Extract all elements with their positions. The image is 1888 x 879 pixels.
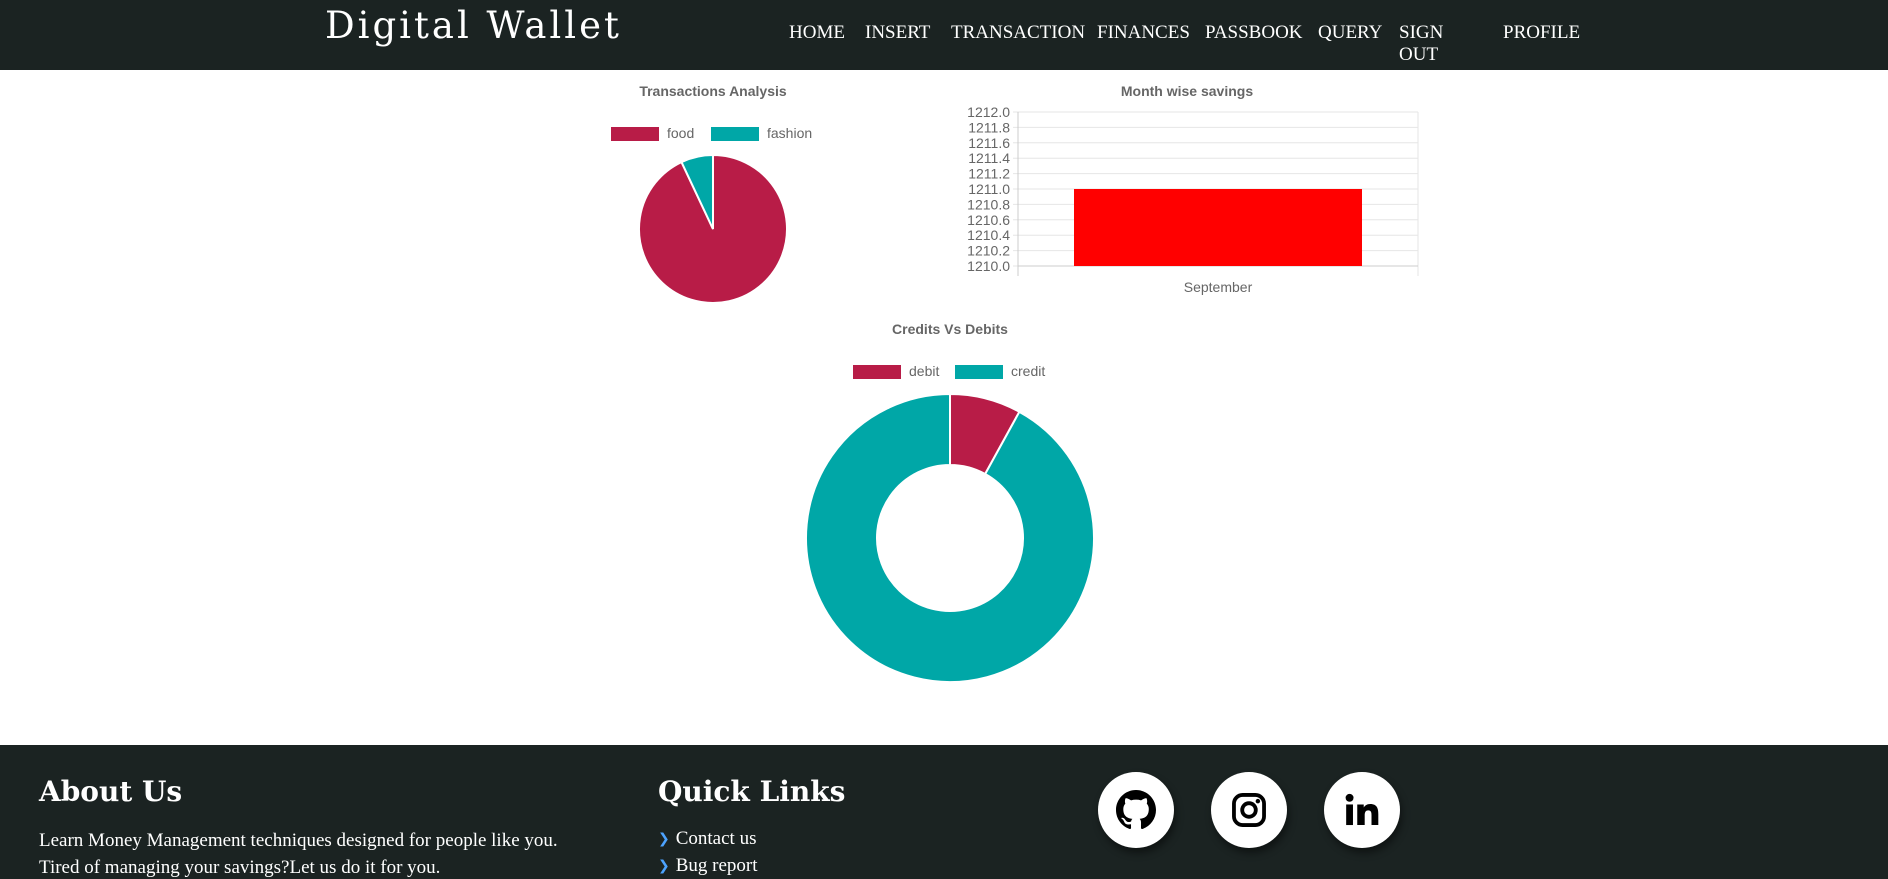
- slice-credit: [805, 392, 1095, 683]
- y-tick-label: 1210.0: [967, 258, 1010, 274]
- y-tick-label: 1211.0: [968, 181, 1010, 197]
- nav-query[interactable]: QUERY: [1318, 22, 1382, 44]
- nav-finances[interactable]: FINANCES: [1097, 22, 1190, 44]
- y-tick-label: 1212.0: [967, 104, 1010, 120]
- legend-swatch-debit: [853, 365, 901, 379]
- navbar: Digital Wallet HOME INSERT TRANSACTION F…: [0, 0, 1888, 70]
- y-tick-labels: 1212.01211.81211.61211.41211.21211.01210…: [967, 104, 1010, 274]
- x-tick-label-september: September: [1184, 279, 1253, 295]
- chevron-right-icon: ❯: [658, 831, 670, 847]
- linkedin-button[interactable]: [1324, 772, 1400, 848]
- y-tick-label: 1211.6: [968, 135, 1010, 151]
- bars: [1074, 189, 1362, 266]
- y-tick-label: 1210.4: [967, 227, 1010, 243]
- brand-title[interactable]: Digital Wallet: [325, 4, 622, 47]
- quick-link-bug-report[interactable]: ❯ Bug report: [658, 855, 758, 877]
- legend-label-debit: debit: [909, 363, 939, 379]
- quick-link-label: Bug report: [675, 855, 758, 876]
- nav-profile[interactable]: PROFILE: [1503, 22, 1580, 44]
- about-us-heading: About Us: [39, 775, 183, 808]
- pie-slices: [638, 153, 788, 304]
- quick-links-heading: Quick Links: [658, 775, 846, 808]
- legend-label-food: food: [667, 125, 694, 141]
- nav-transaction[interactable]: TRANSACTION: [951, 22, 1085, 44]
- github-icon: [1116, 790, 1156, 830]
- legend-label-fashion: fashion: [767, 125, 812, 141]
- footer: About Us Learn Money Management techniqu…: [0, 745, 1888, 879]
- legend-swatch-food: [611, 127, 659, 141]
- legend-swatch-credit: [955, 365, 1003, 379]
- legend-label-credit: credit: [1011, 363, 1045, 379]
- about-us-text: Learn Money Management techniques design…: [39, 827, 659, 879]
- chevron-right-icon: ❯: [658, 858, 670, 874]
- chart-title: Transactions Analysis: [639, 83, 787, 99]
- y-tick-label: 1210.8: [967, 196, 1010, 212]
- chart-title: Credits Vs Debits: [892, 321, 1008, 337]
- transactions-analysis-chart: Transactions Analysis food fashion: [611, 83, 812, 304]
- legend-swatch-fashion: [711, 127, 759, 141]
- about-line-1: Learn Money Management techniques design…: [39, 830, 558, 851]
- nav-insert[interactable]: INSERT: [865, 22, 930, 44]
- github-button[interactable]: [1098, 772, 1174, 848]
- bar-september: [1074, 189, 1362, 266]
- donut-slices: [805, 392, 1095, 683]
- y-tick-label: 1211.4: [968, 150, 1010, 166]
- nav-passbook[interactable]: PASSBOOK: [1205, 22, 1303, 44]
- y-tick-label: 1210.2: [967, 243, 1010, 259]
- chart-title: Month wise savings: [1121, 83, 1253, 99]
- quick-link-label: Contact us: [675, 828, 757, 849]
- y-tick-label: 1211.2: [968, 166, 1010, 182]
- instagram-icon: [1232, 793, 1266, 827]
- month-wise-savings-chart: Month wise savings 1212.01211.81211.6121…: [967, 83, 1419, 295]
- y-tick-label: 1211.8: [968, 119, 1010, 135]
- about-line-2: Tired of managing your savings?Let us do…: [39, 857, 441, 878]
- y-tick-label: 1210.6: [967, 212, 1010, 228]
- linkedin-icon: [1345, 793, 1379, 826]
- nav-home[interactable]: HOME: [789, 22, 845, 44]
- credits-vs-debits-chart: Credits Vs Debits debit credit: [805, 321, 1095, 683]
- instagram-button[interactable]: [1211, 772, 1287, 848]
- nav-sign-out[interactable]: SIGN OUT: [1399, 22, 1443, 66]
- quick-link-contact[interactable]: ❯ Contact us: [658, 828, 756, 850]
